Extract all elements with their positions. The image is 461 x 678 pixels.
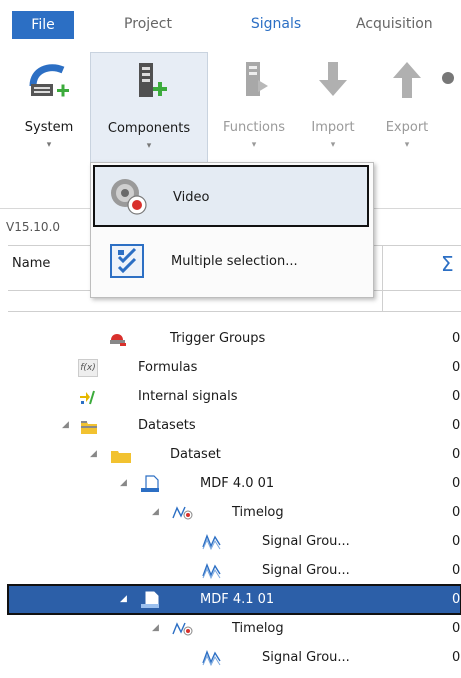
system-label: System (24, 120, 74, 135)
tree-row-value: 0 (452, 389, 461, 404)
tree-row-label: Formulas (138, 360, 198, 375)
tree-row-value: 0 (452, 331, 461, 346)
functions-icon (234, 60, 274, 104)
system-icon (27, 60, 71, 104)
tree-row-signal-group[interactable]: Signal Grou... 0 (8, 556, 461, 585)
tree-row-timelog[interactable]: ◢ Timelog 0 (8, 498, 461, 527)
tree-row-internal-signals[interactable]: Internal signals 0 (8, 382, 461, 411)
functions-label: Functions (222, 120, 286, 135)
components-label: Components (107, 121, 191, 136)
tree-row-value: 0 (452, 476, 461, 491)
tree-row-label: Signal Grou... (262, 563, 350, 578)
column-header-name[interactable]: Name (12, 256, 50, 271)
tree-row-label: Trigger Groups (170, 331, 266, 346)
import-label: Import (311, 120, 355, 135)
formula-icon: f(x) (78, 359, 98, 377)
signal-group-icon (202, 649, 221, 667)
tab-signals[interactable]: Signals (236, 11, 316, 37)
chevron-down-icon: ▾ (330, 140, 336, 150)
chevron-down-icon: ▾ (404, 140, 410, 150)
tree-row-label: Dataset (170, 447, 221, 462)
menu-item-multiple-selection[interactable]: Multiple selection... (93, 231, 369, 293)
tree-row-value: 0 (452, 418, 461, 433)
tree-row-signal-group[interactable]: Signal Grou... 0 (8, 527, 461, 556)
video-icon (109, 177, 149, 221)
export-label: Export (385, 120, 429, 135)
tree-row-value: 0 (452, 621, 461, 636)
signal-group-icon (202, 533, 221, 551)
version-label: V15.10.0 (6, 220, 61, 234)
tree-row-label: Timelog (232, 621, 284, 636)
tree-row-mdf-4-1-01[interactable]: ◢ MDF 4.1 01 0 (7, 584, 461, 615)
tree-row-signal-group[interactable]: Signal Grou... 0 (8, 643, 461, 672)
multiple-selection-icon (107, 241, 147, 285)
tree-row-timelog[interactable]: ◢ Timelog 0 (8, 614, 461, 643)
tree-row-value: 0 (452, 505, 461, 520)
sum-icon: Σ (441, 252, 454, 276)
folder-icon (110, 446, 131, 463)
system-button[interactable]: System ▾ (14, 52, 84, 162)
tree-row-label: Signal Grou... (262, 650, 350, 665)
collapse-arrow-icon[interactable]: ◢ (152, 498, 159, 527)
chevron-down-icon: ▾ (251, 140, 257, 150)
export-arrow-icon (387, 60, 427, 104)
tree-row-value: 0 (452, 360, 461, 375)
overflow-icon (442, 72, 454, 84)
column-header-sum[interactable]: Σ (382, 246, 461, 290)
tree-row-trigger-groups[interactable]: Trigger Groups 0 (8, 324, 461, 353)
components-button[interactable]: Components ▾ (90, 52, 208, 164)
tree-row-formulas[interactable]: f(x) Formulas 0 (8, 353, 461, 382)
mdf-file-icon (140, 591, 159, 608)
tree-row-mdf-4-0-01[interactable]: ◢ MDF 4.0 01 0 (8, 469, 461, 498)
tree-row-datasets[interactable]: ◢ Datasets 0 (8, 411, 461, 440)
chevron-down-icon: ▾ (46, 140, 52, 150)
tree-row-label: Signal Grou... (262, 534, 350, 549)
import-arrow-icon (313, 60, 353, 104)
tree-row-label: Timelog (232, 505, 284, 520)
menu-item-video[interactable]: Video (93, 165, 369, 227)
functions-button[interactable]: Functions ▾ (212, 52, 296, 162)
tab-acquisition[interactable]: Acquisition (356, 11, 461, 37)
tree-row-dataset[interactable]: ◢ Dataset 0 (8, 440, 461, 469)
tree-row-label: Datasets (138, 418, 196, 433)
import-button[interactable]: Import ▾ (300, 52, 366, 162)
collapse-arrow-icon[interactable]: ◢ (90, 440, 97, 469)
folder-icon (80, 417, 98, 434)
components-icon (129, 61, 169, 105)
tree-row-value: 0 (452, 592, 461, 607)
tree-row-value: 0 (452, 447, 461, 462)
tree-row-value: 0 (452, 563, 461, 578)
tree-row-label: MDF 4.0 01 (200, 476, 275, 491)
signal-tree: Trigger Groups 0 f(x) Formulas 0 Interna… (7, 324, 461, 672)
collapse-arrow-icon[interactable]: ◢ (62, 411, 69, 440)
column-divider (382, 289, 383, 311)
collapse-arrow-icon[interactable]: ◢ (120, 585, 127, 614)
tree-row-value: 0 (452, 650, 461, 665)
tree-row-value: 0 (452, 534, 461, 549)
collapse-arrow-icon[interactable]: ◢ (152, 614, 159, 643)
menu-item-label: Video (173, 190, 210, 205)
trigger-groups-icon (108, 330, 126, 346)
mdf-file-icon (140, 475, 159, 492)
tree-row-label: MDF 4.1 01 (200, 592, 275, 607)
export-button[interactable]: Export ▾ (374, 52, 440, 162)
menu-item-label: Multiple selection... (171, 254, 298, 269)
chevron-down-icon: ▾ (146, 141, 152, 151)
timelog-icon (172, 504, 193, 520)
tree-row-label: Internal signals (138, 389, 238, 404)
tab-project[interactable]: Project (108, 11, 188, 37)
menu-bar: File Project Signals Acquisition (0, 0, 461, 46)
signal-group-icon (202, 562, 221, 580)
tab-file[interactable]: File (12, 11, 74, 39)
internal-signals-icon (78, 388, 96, 405)
components-dropdown-menu: Video Multiple selection... (90, 162, 374, 298)
timelog-icon (172, 620, 193, 636)
collapse-arrow-icon[interactable]: ◢ (120, 469, 127, 498)
